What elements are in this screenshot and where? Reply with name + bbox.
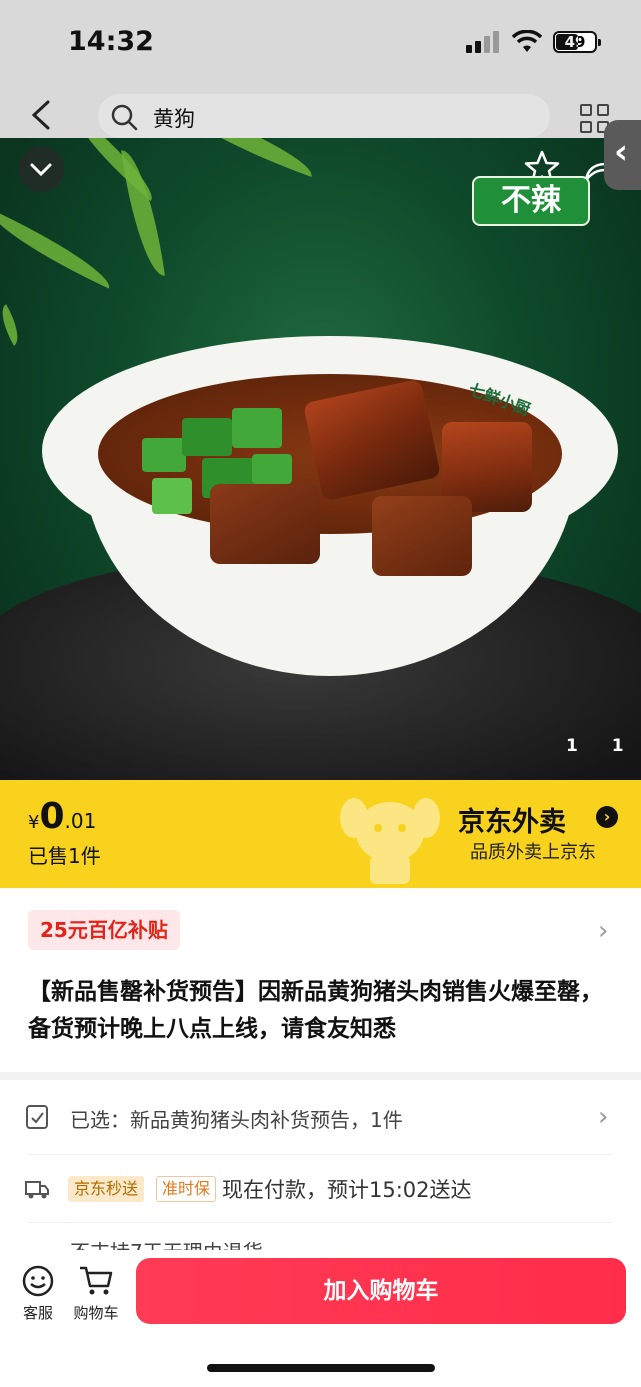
wifi-icon — [512, 30, 542, 52]
chevron-left-icon: ‹ — [614, 132, 629, 172]
selected-spec-row[interactable]: 已选：新品黄狗猪头肉补货预告，1件 — [70, 1104, 403, 1133]
customer-service-button[interactable]: 客服 — [8, 1264, 68, 1323]
sold-count: 已售1件 — [28, 844, 101, 868]
cellular-signal-icon — [466, 31, 502, 53]
add-to-cart-button[interactable]: 加入购物车 — [136, 1258, 626, 1324]
search-input[interactable]: 黄狗 — [98, 94, 550, 138]
price: ¥0.01 — [28, 796, 96, 837]
price-decimal: .01 — [64, 809, 97, 833]
jd-express-tag: 京东秒送 — [68, 1176, 145, 1202]
chevron-down-icon — [30, 163, 52, 177]
side-collapse-tab[interactable]: ‹ — [604, 120, 641, 190]
delivery-estimate[interactable]: 现在付款，预计15:02送达 — [222, 1174, 472, 1204]
status-bar: 14:32 49 — [0, 0, 641, 90]
product-title: 【新品售罄补货预告】因新品黄狗猪头肉销售火爆至罄，备货预计晚上八点上线，请食友知… — [28, 979, 603, 1042]
chevron-right-icon[interactable]: › — [598, 916, 608, 946]
spicy-level-badge: 不辣 — [472, 176, 590, 226]
jd-takeaway-brand[interactable]: 京东外卖 — [458, 800, 566, 839]
divider — [28, 1222, 612, 1223]
top-nav: 黄狗 — [0, 90, 641, 140]
product-info-card: 25元百亿补贴 › 【新品售罄补货预告】因新品黄狗猪头肉销售火爆至罄，备货预计晚… — [0, 888, 641, 1072]
shopping-cart-icon — [80, 1266, 113, 1295]
divider — [28, 1154, 612, 1155]
price-band: ¥0.01 已售1件 京东外卖 › 品质外卖上京东 — [0, 780, 641, 888]
image-pager: 1 1 — [566, 736, 638, 756]
subsidy-tag[interactable]: 25元百亿补贴 — [28, 910, 180, 950]
bowl: 七鲜小厨 — [42, 336, 618, 676]
chevron-right-icon[interactable]: › — [598, 1102, 608, 1132]
customer-service-label: 客服 — [22, 1304, 53, 1322]
jd-slogan: 品质外卖上京东 — [470, 842, 596, 863]
search-icon — [111, 104, 138, 131]
price-currency: ¥ — [28, 812, 40, 833]
smiley-service-icon — [22, 1265, 54, 1297]
product-image[interactable]: 七鲜小厨 不辣 1 1 — [0, 138, 641, 780]
cart-label: 购物车 — [73, 1304, 119, 1322]
cart-button[interactable]: 购物车 — [66, 1264, 126, 1323]
home-indicator — [207, 1364, 435, 1372]
collapse-button[interactable] — [18, 146, 64, 192]
status-time: 14:32 — [68, 26, 154, 57]
battery-icon: 49 — [553, 31, 601, 53]
chevron-right-icon[interactable]: › — [596, 806, 618, 828]
bottom-action-bar: 客服 购物车 加入购物车 — [0, 1250, 641, 1387]
on-time-tag: 准时保 — [156, 1176, 217, 1202]
search-query: 黄狗 — [153, 107, 195, 131]
selected-spec-icon — [26, 1105, 48, 1129]
delivery-truck-icon — [25, 1181, 49, 1199]
battery-level: 49 — [564, 33, 586, 51]
price-integer: 0 — [39, 796, 65, 837]
back-arrow-icon[interactable] — [26, 98, 56, 132]
dog-mascot-icon — [340, 798, 440, 884]
